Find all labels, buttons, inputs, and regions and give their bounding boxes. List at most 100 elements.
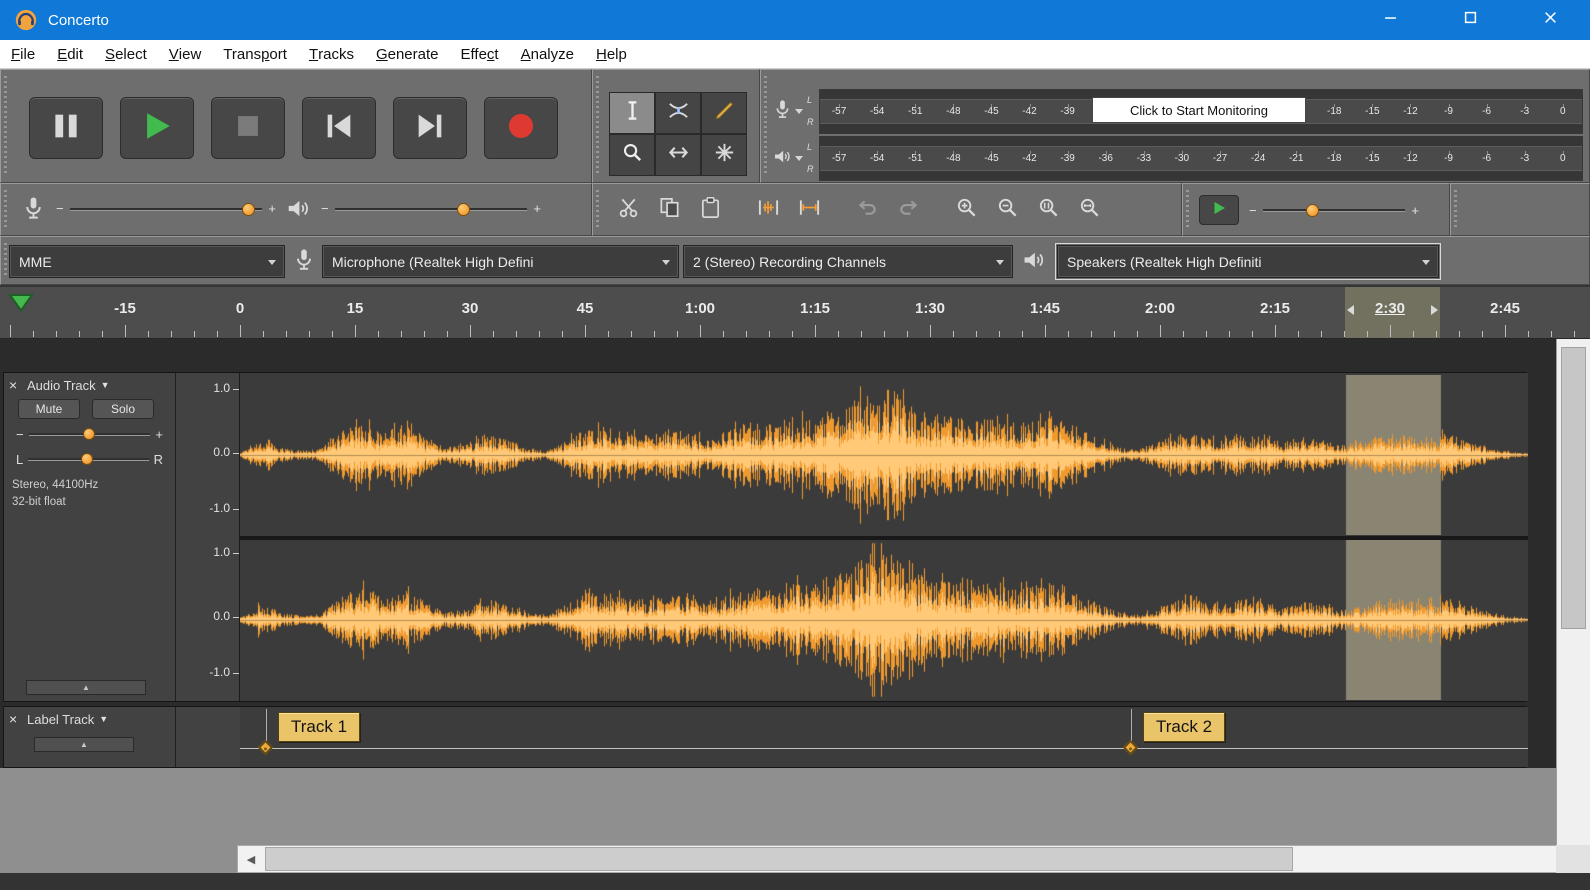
draw-tool-button[interactable]	[701, 92, 747, 134]
waveform-display[interactable]	[240, 373, 1528, 701]
menu-file[interactable]: File	[0, 40, 46, 68]
meter-scale-value: -45	[972, 153, 1010, 164]
mute-button[interactable]: Mute	[18, 399, 80, 419]
selection-tool-button[interactable]	[609, 92, 655, 134]
play-at-speed-button[interactable]	[1199, 195, 1239, 225]
recording-channels-dropdown[interactable]: 2 (Stereo) Recording Channels	[683, 245, 1013, 278]
playback-device-dropdown[interactable]: Speakers (Realtek High Definiti	[1057, 245, 1439, 278]
pan-thumb[interactable]	[81, 453, 93, 465]
minimize-button[interactable]	[1350, 0, 1430, 40]
playback-volume-thumb[interactable]	[457, 203, 470, 216]
playback-meter[interactable]: LR -57-54-51-48-45-42-39-36-33-30-27-24-…	[769, 136, 1583, 181]
audio-track-panel: × Audio Track ▼ Mute Solo − + L R Stereo…	[4, 373, 176, 701]
meter-scale-value: -3	[1506, 153, 1544, 164]
audio-host-dropdown[interactable]: MME	[9, 245, 285, 278]
collapse-track-button[interactable]: ▲	[26, 680, 146, 695]
menu-help[interactable]: Help	[585, 40, 638, 68]
gain-slider[interactable]: − +	[16, 424, 163, 444]
menu-view[interactable]: View	[158, 40, 213, 68]
track-title[interactable]: Audio Track	[27, 378, 96, 393]
menu-edit[interactable]: Edit	[46, 40, 94, 68]
label-chip[interactable]: Track 1	[278, 712, 360, 742]
cut-button[interactable]	[611, 194, 645, 226]
zoom-out-button[interactable]	[990, 194, 1024, 226]
chevron-down-icon	[996, 260, 1004, 265]
recording-device-dropdown[interactable]: Microphone (Realtek High Defini	[322, 245, 679, 278]
label-track-area[interactable]: Track 1 Track 2	[240, 707, 1528, 767]
zoom-tool-button[interactable]	[609, 134, 655, 176]
slider-groove	[28, 449, 148, 469]
timeline-tick	[700, 325, 701, 337]
fit-selection-icon	[1037, 196, 1060, 224]
solo-button[interactable]: Solo	[92, 399, 154, 419]
track-title[interactable]: Label Track	[27, 712, 94, 727]
timeline-tick	[631, 331, 632, 337]
waveform-left-channel[interactable]	[240, 375, 1528, 535]
trim-outside-icon	[757, 196, 780, 224]
zoom-in-button[interactable]	[949, 194, 983, 226]
menu-effect[interactable]: Effect	[450, 40, 510, 68]
track-close-button[interactable]: ×	[9, 377, 22, 393]
menu-select[interactable]: Select	[94, 40, 158, 68]
track-close-button[interactable]: ×	[9, 711, 22, 727]
selection-left-handle-icon[interactable]	[1347, 305, 1354, 315]
timeline-tick	[815, 325, 816, 337]
menu-analyze[interactable]: Analyze	[510, 40, 585, 68]
meter-scale-value: 0	[1544, 106, 1582, 117]
vertical-ruler-value: 0.0	[213, 609, 230, 623]
recording-volume-slider[interactable]: − +	[56, 198, 276, 220]
label-marker-icon[interactable]	[258, 740, 274, 756]
close-button[interactable]	[1510, 0, 1590, 40]
label-chip[interactable]: Track 2	[1143, 712, 1225, 742]
copy-button[interactable]	[652, 194, 686, 226]
meter-scale-value: 0	[1544, 153, 1582, 164]
time-shift-tool-button[interactable]	[655, 134, 701, 176]
scroll-left-icon[interactable]: ◀	[238, 846, 264, 872]
vertical-scroll-thumb[interactable]	[1561, 347, 1586, 629]
horizontal-scroll-thumb[interactable]	[265, 847, 1293, 871]
trim-outside-button[interactable]	[751, 194, 785, 226]
selection-right-handle-icon[interactable]	[1431, 305, 1438, 315]
slider-min-label: −	[16, 427, 24, 442]
silence-audio-button[interactable]	[792, 194, 826, 226]
meter-scale-value: -48	[934, 153, 972, 164]
slider-min-label: −	[56, 201, 64, 216]
skip-to-start-button[interactable]	[302, 97, 376, 159]
waveform-right-channel[interactable]	[240, 540, 1528, 700]
play-speed-thumb[interactable]	[1306, 204, 1319, 217]
vertical-scrollbar[interactable]	[1556, 339, 1590, 845]
track-menu-arrow-icon[interactable]: ▼	[99, 714, 108, 724]
gain-thumb[interactable]	[83, 428, 95, 440]
track-menu-arrow-icon[interactable]: ▼	[101, 380, 110, 390]
menu-transport[interactable]: Transport	[212, 40, 298, 68]
redo-button[interactable]	[891, 194, 925, 226]
recording-volume-thumb[interactable]	[242, 203, 255, 216]
fit-project-button[interactable]	[1072, 194, 1106, 226]
skip-to-end-button[interactable]	[393, 97, 467, 159]
play-at-speed-toolbar: − +	[1182, 183, 1450, 236]
menu-generate[interactable]: Generate	[365, 40, 450, 68]
stop-button[interactable]	[211, 97, 285, 159]
maximize-button[interactable]	[1430, 0, 1510, 40]
menu-tracks[interactable]: Tracks	[298, 40, 365, 68]
meter-scale-value: -39	[1049, 153, 1087, 164]
chevron-down-icon	[662, 260, 670, 265]
play-button[interactable]	[120, 97, 194, 159]
horizontal-scrollbar[interactable]: ◀ ▶	[237, 845, 1590, 873]
envelope-tool-button[interactable]	[655, 92, 701, 134]
paste-button[interactable]	[693, 194, 727, 226]
meter-scale-value: -51	[896, 106, 934, 117]
record-button[interactable]	[484, 97, 558, 159]
play-speed-slider[interactable]: − +	[1249, 199, 1419, 221]
pause-button[interactable]	[29, 97, 103, 159]
fit-selection-button[interactable]	[1031, 194, 1065, 226]
quick-play-icon[interactable]	[8, 293, 36, 315]
playback-volume-slider[interactable]: − +	[321, 198, 541, 220]
meter-channel-label: R	[807, 165, 819, 174]
multi-tool-button[interactable]	[701, 134, 747, 176]
undo-button[interactable]	[850, 194, 884, 226]
pan-slider[interactable]: L R	[16, 449, 163, 469]
timeline-ruler[interactable]: -1501530451:001:151:301:452:002:152:302:…	[0, 285, 1590, 339]
label-marker-icon[interactable]	[1123, 740, 1139, 756]
collapse-track-button[interactable]: ▲	[34, 737, 134, 752]
